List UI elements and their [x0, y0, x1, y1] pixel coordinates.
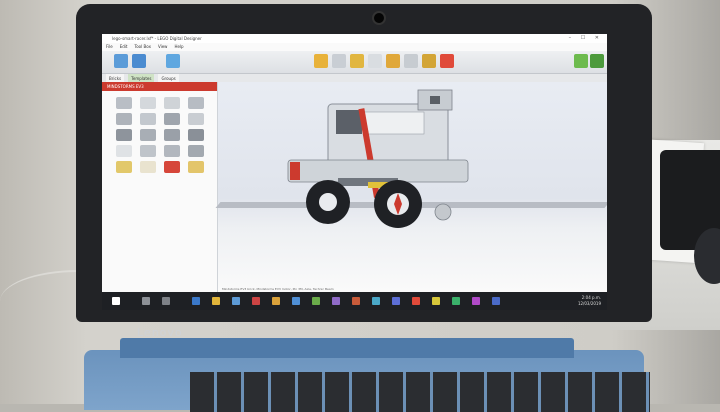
windows-taskbar: 2:04 p.m. 12/03/2019 — [102, 292, 607, 310]
lego-app-icon[interactable] — [392, 297, 400, 305]
app-icon[interactable] — [372, 297, 380, 305]
flex-tool-icon[interactable] — [368, 54, 382, 68]
app-icon[interactable] — [332, 297, 340, 305]
window-titlebar: lego-smart-racer.lxf* - LEGO Digital Des… — [102, 34, 607, 43]
brick-item[interactable] — [164, 113, 180, 125]
brick-item[interactable] — [140, 129, 156, 141]
clock-date: 12/03/2019 — [577, 301, 601, 306]
app-icon[interactable] — [252, 297, 260, 305]
brick-item[interactable] — [164, 145, 180, 157]
brick-item[interactable] — [116, 129, 132, 141]
delete-tool-icon[interactable] — [440, 54, 454, 68]
app-icon[interactable] — [352, 297, 360, 305]
store-icon[interactable] — [232, 297, 240, 305]
brick-palette: MINDSTORMS EV3 — [102, 82, 218, 292]
folder-icon[interactable] — [212, 297, 220, 305]
brick-item[interactable] — [188, 129, 204, 141]
menu-file[interactable]: File — [106, 43, 113, 51]
brick-grid — [102, 91, 217, 179]
brick-item[interactable] — [188, 97, 204, 109]
app-icon[interactable] — [412, 297, 420, 305]
menu-toolbox[interactable]: Tool Box — [134, 43, 150, 51]
menu-help[interactable]: Help — [174, 43, 183, 51]
laptop-keyboard — [190, 372, 650, 412]
toolbar — [102, 51, 607, 74]
robot-model[interactable] — [218, 82, 607, 292]
menu-bar: File Edit Tool Box View Help — [102, 43, 607, 51]
brick-item[interactable] — [188, 145, 204, 157]
brick-item[interactable] — [164, 129, 180, 141]
window-controls[interactable]: – ☐ ✕ — [569, 34, 603, 43]
app-icon[interactable] — [492, 297, 500, 305]
brick-item[interactable] — [164, 97, 180, 109]
search-icon[interactable] — [142, 297, 150, 305]
webcam-icon — [372, 11, 386, 25]
brick-tool-icon[interactable] — [422, 54, 436, 68]
brick-item[interactable] — [164, 161, 180, 173]
3d-viewport[interactable] — [215, 82, 607, 292]
save-icon[interactable] — [132, 54, 146, 68]
laptop-brand: Lenovo — [137, 326, 183, 339]
taskbar-clock[interactable]: 2:04 p.m. 12/03/2019 — [578, 295, 601, 307]
app-icon[interactable] — [432, 297, 440, 305]
edge-icon[interactable] — [192, 297, 200, 305]
brick-item[interactable] — [116, 145, 132, 157]
brick-item[interactable] — [140, 145, 156, 157]
view-icon[interactable] — [574, 54, 588, 68]
mode-icon[interactable] — [166, 54, 180, 68]
brick-item[interactable] — [116, 113, 132, 125]
app-icon[interactable] — [292, 297, 300, 305]
brick-item[interactable] — [116, 161, 132, 173]
brick-item[interactable] — [188, 113, 204, 125]
select-tool-icon[interactable] — [314, 54, 328, 68]
app-icon[interactable] — [452, 297, 460, 305]
window-title: lego-smart-racer.lxf* - LEGO Digital Des… — [112, 36, 202, 41]
hinge-tool-icon[interactable] — [350, 54, 364, 68]
hide-tool-icon[interactable] — [404, 54, 418, 68]
brick-item[interactable] — [140, 161, 156, 173]
clone-tool-icon[interactable] — [332, 54, 346, 68]
paint-tool-icon[interactable] — [386, 54, 400, 68]
home-icon[interactable] — [114, 54, 128, 68]
laptop-screen: lego-smart-racer.lxf* - LEGO Digital Des… — [102, 34, 607, 310]
app-icon[interactable] — [272, 297, 280, 305]
brick-item[interactable] — [116, 97, 132, 109]
laptop-hinge — [120, 338, 574, 358]
task-view-icon[interactable] — [162, 297, 170, 305]
brick-item[interactable] — [140, 97, 156, 109]
app-icon[interactable] — [472, 297, 480, 305]
app-icon[interactable] — [312, 297, 320, 305]
camera-icon[interactable] — [590, 54, 604, 68]
brick-item[interactable] — [140, 113, 156, 125]
menu-edit[interactable]: Edit — [120, 43, 128, 51]
palette-header: MINDSTORMS EV3 — [102, 82, 217, 91]
menu-view[interactable]: View — [158, 43, 168, 51]
start-icon[interactable] — [112, 297, 120, 305]
brick-item[interactable] — [188, 161, 204, 173]
